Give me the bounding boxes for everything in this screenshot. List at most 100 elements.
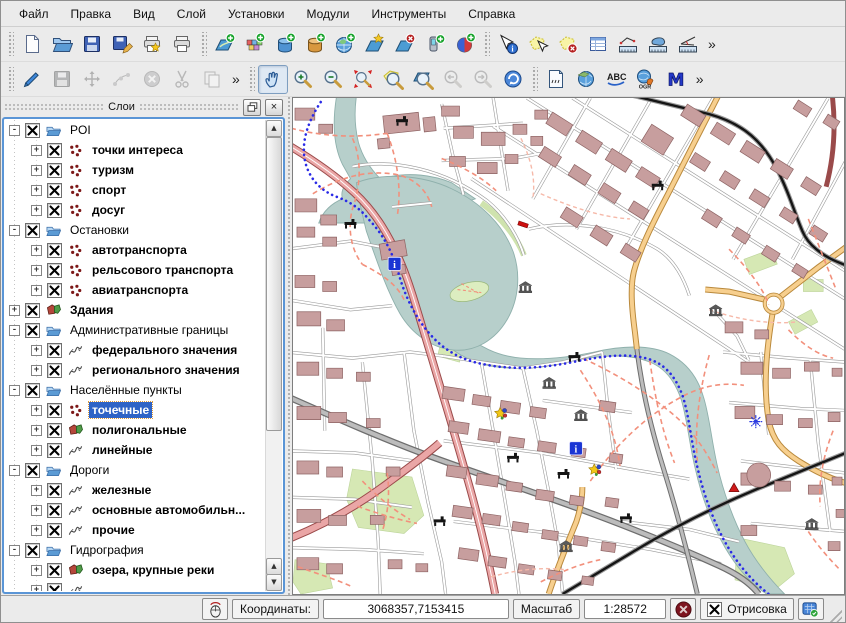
render-checkbox[interactable]: Отрисовка: [700, 598, 794, 620]
toolbar-handle[interactable]: [531, 67, 538, 91]
pan-map-button[interactable]: [258, 65, 288, 94]
tree-expander[interactable]: +: [31, 485, 42, 496]
layer-visibility-checkbox[interactable]: [25, 543, 40, 558]
stop-rendering-button[interactable]: [670, 598, 696, 620]
layer-visibility-checkbox[interactable]: [47, 163, 62, 178]
menu-item-4[interactable]: Установки: [218, 3, 294, 25]
tree-expander[interactable]: +: [31, 285, 42, 296]
coordinates-input[interactable]: 3068357,7153415: [323, 599, 509, 619]
layer-visibility-checkbox[interactable]: [47, 523, 62, 538]
toolbar-handle[interactable]: [7, 67, 14, 91]
layer-visibility-checkbox[interactable]: [47, 423, 62, 438]
layer-visibility-checkbox[interactable]: [47, 203, 62, 218]
menu-item-3[interactable]: Слой: [167, 3, 216, 25]
tree-expander[interactable]: +: [31, 205, 42, 216]
toggle-extents-mouse-button[interactable]: [202, 598, 228, 620]
map-tips-button[interactable]: [571, 65, 601, 94]
ogr-converter-button[interactable]: [631, 65, 661, 94]
add-vector-layer-button[interactable]: [210, 30, 240, 59]
zoom-last-button[interactable]: [438, 65, 468, 94]
layer-row-9[interactable]: + Здания: [5, 300, 265, 320]
layer-row-5[interactable]: - Остановки: [5, 220, 265, 240]
text-annotation-button[interactable]: [541, 65, 571, 94]
layer-visibility-checkbox[interactable]: [47, 363, 62, 378]
menu-item-5[interactable]: Модули: [296, 3, 359, 25]
tree-expander[interactable]: -: [9, 125, 20, 136]
tree-expander[interactable]: +: [31, 565, 42, 576]
toolbar-handle[interactable]: [200, 32, 207, 56]
zoom-in-button[interactable]: [288, 65, 318, 94]
layer-visibility-checkbox[interactable]: [47, 143, 62, 158]
delete-selected-button[interactable]: [137, 65, 167, 94]
layer-row-15[interactable]: + полигональные: [5, 420, 265, 440]
measure-line-button[interactable]: [613, 30, 643, 59]
identify-features-button[interactable]: [493, 30, 523, 59]
layer-visibility-checkbox[interactable]: [47, 183, 62, 198]
layer-visibility-checkbox[interactable]: [47, 403, 62, 418]
mapserver-export-button[interactable]: [661, 65, 691, 94]
node-tool-button[interactable]: [107, 65, 137, 94]
tree-expander[interactable]: +: [31, 445, 42, 456]
layers-tree-scrollbar[interactable]: ▲ ▲ ▼: [265, 120, 282, 591]
zoom-next-button[interactable]: [468, 65, 498, 94]
layer-row-17[interactable]: - Дороги: [5, 460, 265, 480]
layer-row-11[interactable]: + федерального значения: [5, 340, 265, 360]
layer-row-18[interactable]: + железные: [5, 480, 265, 500]
layer-visibility-checkbox[interactable]: [25, 323, 40, 338]
layer-row-16[interactable]: + линейные: [5, 440, 265, 460]
crs-status-button[interactable]: [798, 598, 824, 620]
layer-visibility-checkbox[interactable]: [47, 483, 62, 498]
new-print-composer-button[interactable]: [137, 30, 167, 59]
layer-visibility-checkbox[interactable]: [47, 583, 62, 592]
add-spatialite-layer-button[interactable]: [300, 30, 330, 59]
move-feature-button[interactable]: [77, 65, 107, 94]
layer-visibility-checkbox[interactable]: [47, 443, 62, 458]
layer-row-0[interactable]: - POI: [5, 120, 265, 140]
select-features-button[interactable]: [523, 30, 553, 59]
layer-visibility-checkbox[interactable]: [47, 263, 62, 278]
gps-tools-button[interactable]: [420, 30, 450, 59]
layer-row-6[interactable]: + автотранспорта: [5, 240, 265, 260]
toolbar-handle[interactable]: [7, 32, 14, 56]
layer-visibility-checkbox[interactable]: [25, 383, 40, 398]
layer-row-3[interactable]: + спорт: [5, 180, 265, 200]
tree-expander[interactable]: +: [31, 145, 42, 156]
tree-expander[interactable]: -: [9, 465, 20, 476]
tree-expander[interactable]: -: [9, 545, 20, 556]
tree-expander[interactable]: +: [31, 345, 42, 356]
layer-row-1[interactable]: + точки интереса: [5, 140, 265, 160]
window-resize-grip[interactable]: [828, 607, 842, 622]
measure-area-button[interactable]: [643, 30, 673, 59]
labeling-button[interactable]: [601, 65, 631, 94]
open-attribute-table-button[interactable]: [583, 30, 613, 59]
menu-item-6[interactable]: Инструменты: [361, 3, 456, 25]
toolbar-handle[interactable]: [248, 67, 255, 91]
add-wms-layer-button[interactable]: [330, 30, 360, 59]
menu-item-7[interactable]: Справка: [458, 3, 525, 25]
cut-features-button[interactable]: [167, 65, 197, 94]
toggle-editing-button[interactable]: [17, 65, 47, 94]
layer-visibility-checkbox[interactable]: [25, 303, 40, 318]
layer-visibility-checkbox[interactable]: [47, 563, 62, 578]
layer-row-12[interactable]: + регионального значения: [5, 360, 265, 380]
menu-item-2[interactable]: Вид: [123, 3, 165, 25]
layer-visibility-checkbox[interactable]: [25, 463, 40, 478]
refresh-map-button[interactable]: [498, 65, 528, 94]
add-postgis-layer-button[interactable]: [270, 30, 300, 59]
map-canvas[interactable]: i: [292, 97, 845, 595]
save-edits-button[interactable]: [47, 65, 77, 94]
layer-row-4[interactable]: + досуг: [5, 200, 265, 220]
new-vector-layer-button[interactable]: [360, 30, 390, 59]
tree-expander[interactable]: +: [31, 585, 42, 592]
zoom-to-layer-button[interactable]: [408, 65, 438, 94]
remove-layer-button[interactable]: [390, 30, 420, 59]
render-checkbox-box[interactable]: [707, 602, 722, 617]
scrollbar-thumb[interactable]: [266, 137, 282, 431]
layer-row-7[interactable]: + рельсового транспорта: [5, 260, 265, 280]
save-project-button[interactable]: [77, 30, 107, 59]
layer-row-21[interactable]: - Гидрография: [5, 540, 265, 560]
measure-angle-button[interactable]: [673, 30, 703, 59]
tree-expander[interactable]: +: [31, 525, 42, 536]
tree-expander[interactable]: +: [31, 365, 42, 376]
zoom-out-button[interactable]: [318, 65, 348, 94]
